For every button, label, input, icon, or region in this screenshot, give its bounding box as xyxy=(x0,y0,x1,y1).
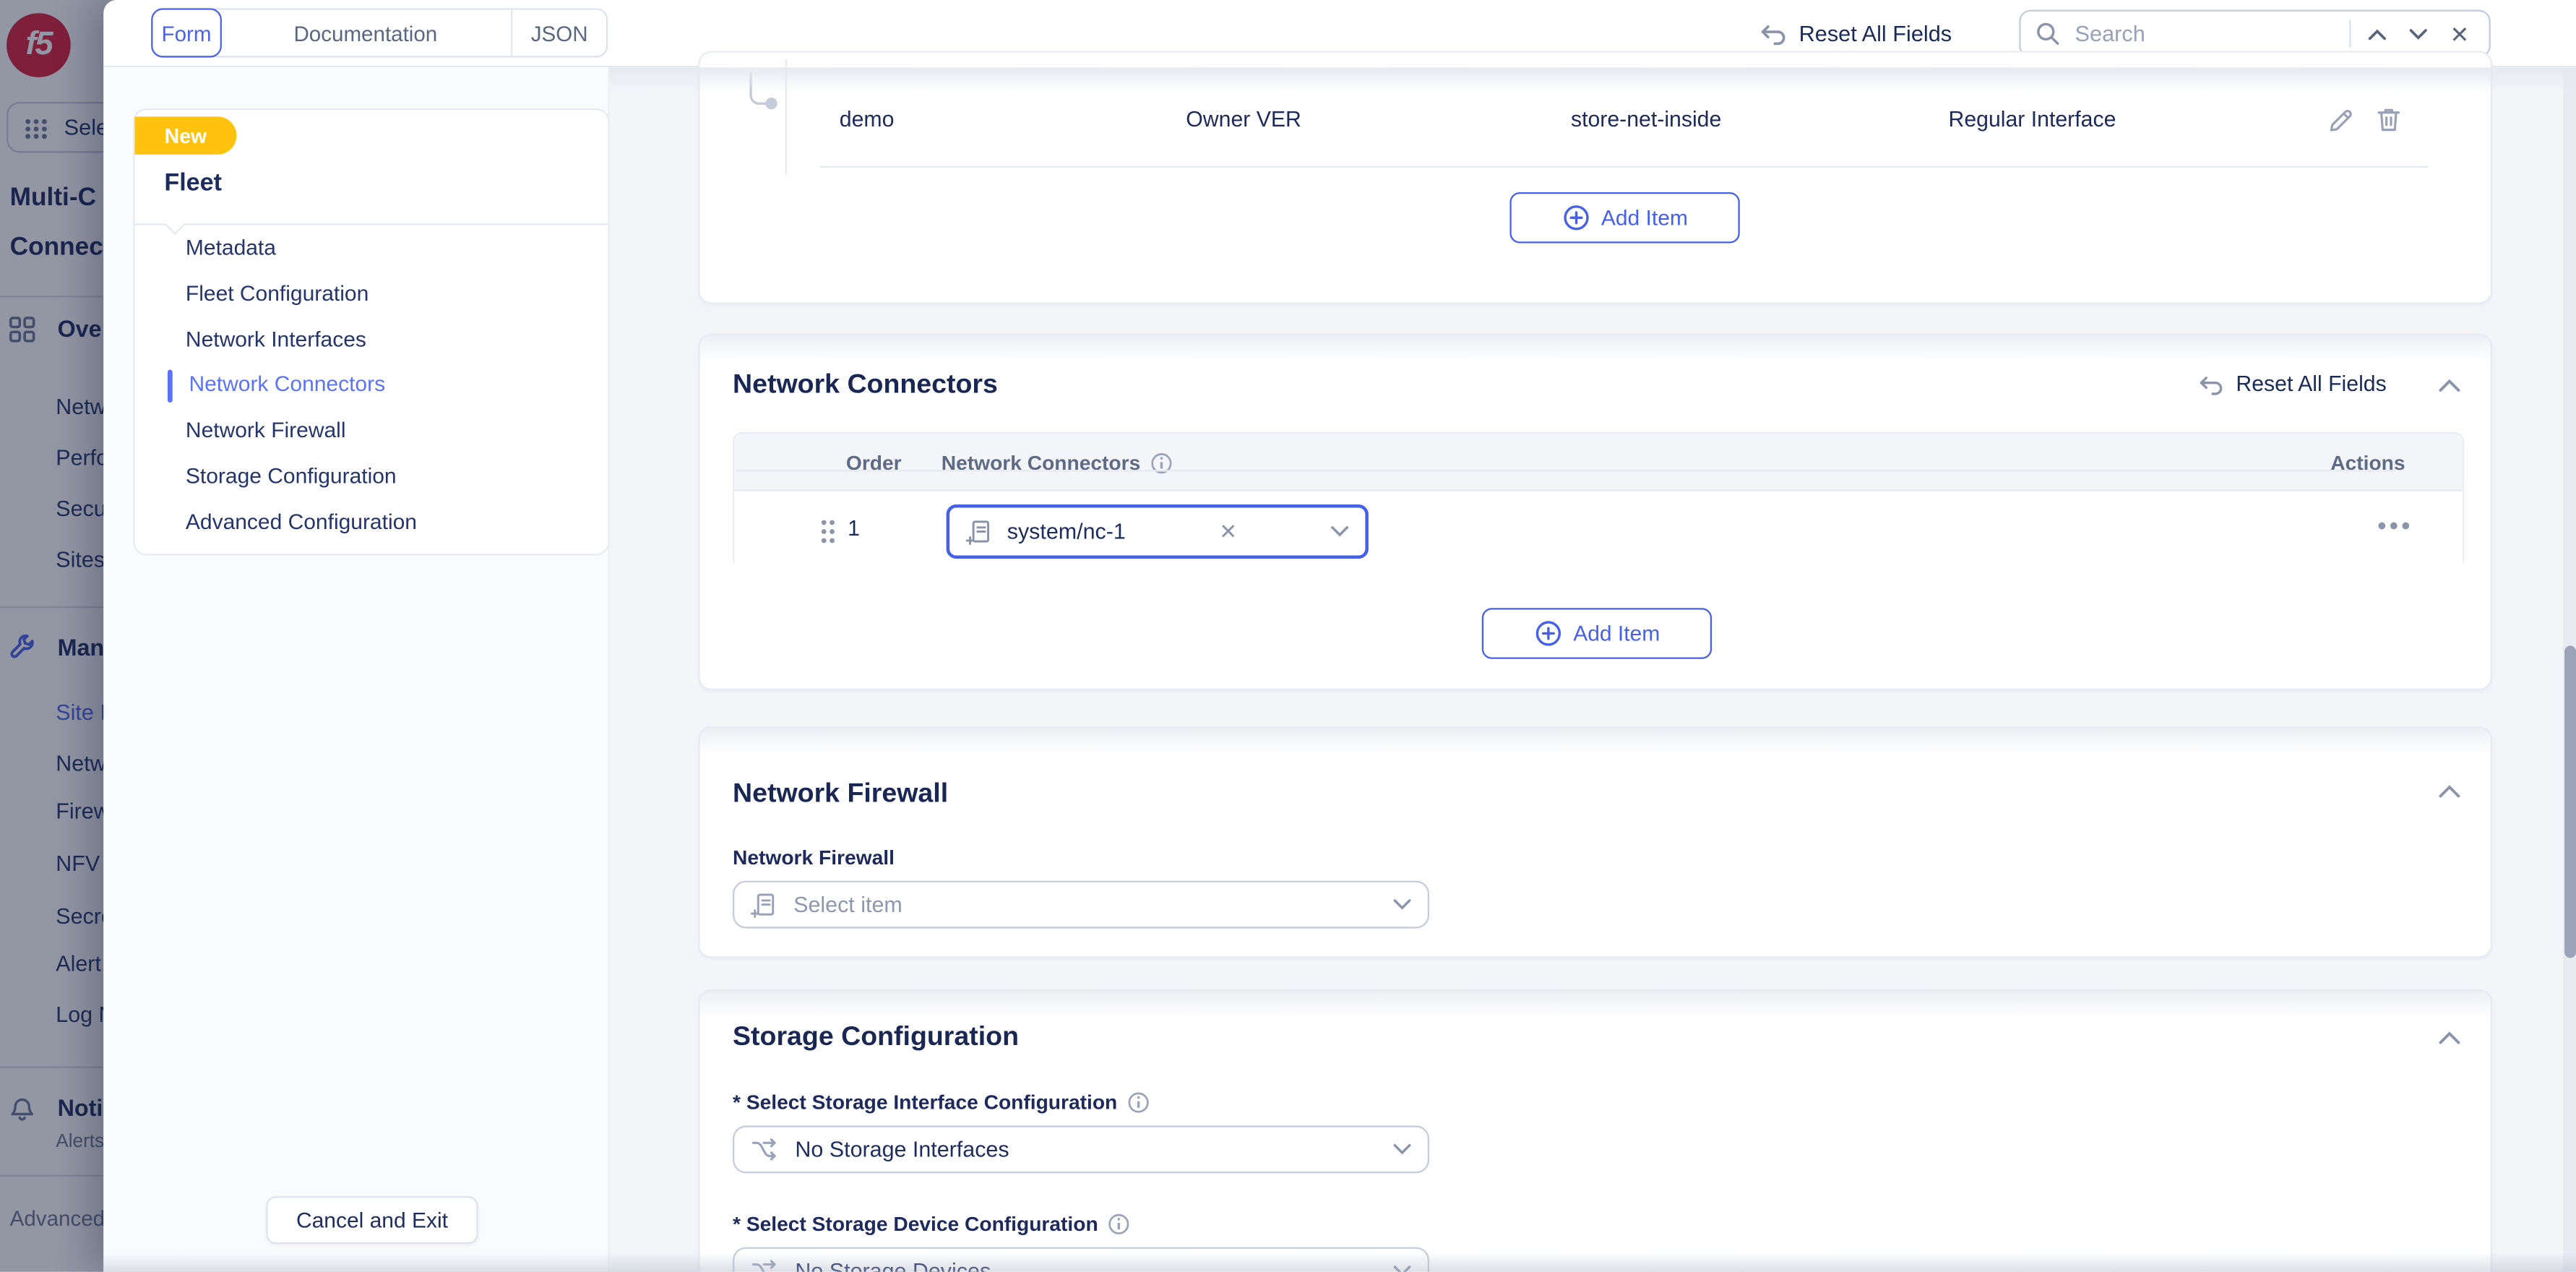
actions-column-header: Actions xyxy=(2330,451,2405,474)
app-stage: f5 Sele Multi-C Connec Ove Netw Perfo Se… xyxy=(0,0,2576,1272)
section-title: Storage Configuration xyxy=(733,1022,1020,1052)
firewall-field-label: Network Firewall xyxy=(733,846,895,869)
scrollbar-thumb[interactable] xyxy=(2563,645,2575,958)
chevron-down-icon xyxy=(1393,1143,1411,1155)
object-name: Fleet xyxy=(164,169,222,197)
interface-network-cell: store-net-inside xyxy=(1570,106,1722,132)
add-item-label: Add Item xyxy=(1573,621,1660,646)
add-connector-button[interactable]: Add Item xyxy=(1481,608,1713,659)
row-actions-menu[interactable]: ••• xyxy=(2377,512,2413,541)
nav-item-network-interfaces[interactable]: Network Interfaces xyxy=(186,327,366,351)
add-item-label: Add Item xyxy=(1601,205,1688,231)
form-nav-column: New Fleet Metadata Fleet Configuration N… xyxy=(103,67,610,1272)
search-prev-button[interactable] xyxy=(2363,27,2392,40)
plus-circle-icon xyxy=(1535,621,1561,646)
collapse-chevron-icon[interactable] xyxy=(2438,784,2461,799)
add-interface-button[interactable]: Add Item xyxy=(1509,192,1740,244)
form-section-nav: New Fleet Metadata Fleet Configuration N… xyxy=(133,108,610,556)
connector-row: 1 system/nc-1 ✕ ••• xyxy=(734,491,2463,569)
search-close-button[interactable]: ✕ xyxy=(2445,22,2474,46)
plus-circle-icon xyxy=(1563,205,1588,231)
section-title: Network Firewall xyxy=(733,778,949,809)
collapse-chevron-icon[interactable] xyxy=(2438,1031,2461,1045)
select-item-icon xyxy=(751,891,777,918)
tab-json[interactable]: JSON xyxy=(512,10,606,56)
chevron-down-icon xyxy=(1393,1265,1411,1272)
interface-type-cell: Regular Interface xyxy=(1948,106,2116,132)
branch-option-icon xyxy=(751,1137,779,1161)
connectors-table: Order Network Connectors Actions 1 syste… xyxy=(733,431,2465,569)
network-connectors-card: Network Connectors Reset All Fields Orde… xyxy=(698,333,2493,690)
reset-all-fields-label: Reset All Fields xyxy=(1799,21,1952,46)
storage-device-value: No Storage Devices xyxy=(795,1258,991,1272)
interface-owner-cell: Owner VER xyxy=(1186,106,1301,132)
nav-item-storage-configuration[interactable]: Storage Configuration xyxy=(186,463,397,488)
storage-interface-select[interactable]: No Storage Interfaces xyxy=(733,1125,1430,1174)
info-icon[interactable] xyxy=(1127,1091,1150,1114)
order-column-header: Order xyxy=(845,451,902,474)
storage-interface-label-text: * Select Storage Interface Configuration xyxy=(733,1091,1118,1114)
delete-trash-icon[interactable] xyxy=(2374,106,2403,135)
nav-item-fleet-configuration[interactable]: Fleet Configuration xyxy=(186,281,369,306)
connector-select-value: system/nc-1 xyxy=(1007,519,1126,544)
table-header: Order Network Connectors Actions xyxy=(734,434,2463,491)
connectors-column-header: Network Connectors xyxy=(942,434,1173,491)
select-item-icon xyxy=(965,518,992,544)
fleet-form-panel: Form Documentation JSON Reset All Fields xyxy=(103,0,2576,1272)
nav-item-metadata[interactable]: Metadata xyxy=(186,235,276,259)
nav-item-advanced-configuration[interactable]: Advanced Configuration xyxy=(186,510,417,534)
collapse-chevron-icon[interactable] xyxy=(2438,378,2461,392)
scrollbar-track[interactable] xyxy=(2562,67,2576,1272)
chevron-down-icon xyxy=(1393,899,1411,911)
edit-pencil-icon[interactable] xyxy=(2326,106,2356,135)
cancel-and-exit-button[interactable]: Cancel and Exit xyxy=(266,1196,478,1245)
section-title: Network Connectors xyxy=(733,369,998,400)
interface-name-cell: demo xyxy=(839,106,895,132)
active-item-bar xyxy=(167,369,173,403)
search-divider xyxy=(2349,20,2352,48)
section-reset-button[interactable]: Reset All Fields xyxy=(2198,371,2387,396)
search-input[interactable] xyxy=(2072,20,2338,48)
info-icon[interactable] xyxy=(1108,1213,1131,1236)
search-next-button[interactable] xyxy=(2404,27,2434,40)
tab-documentation[interactable]: Documentation xyxy=(220,9,513,56)
network-firewall-card: Network Firewall Network Firewall Select… xyxy=(698,726,2493,958)
branch-option-icon xyxy=(751,1259,779,1272)
view-tabs: Form Documentation JSON xyxy=(151,8,608,58)
storage-device-label-text: * Select Storage Device Configuration xyxy=(733,1212,1098,1236)
search-icon xyxy=(2036,22,2060,46)
storage-device-label: * Select Storage Device Configuration xyxy=(733,1213,1131,1236)
tab-form[interactable]: Form xyxy=(151,8,222,58)
clear-icon[interactable]: ✕ xyxy=(1212,518,1244,544)
firewall-select-placeholder: Select item xyxy=(793,892,903,917)
connector-select[interactable]: system/nc-1 ✕ xyxy=(946,504,1369,559)
row-divider xyxy=(819,166,2429,168)
form-content: demo Owner VER store-net-inside Regular … xyxy=(609,51,2576,1272)
storage-configuration-card: Storage Configuration * Select Storage I… xyxy=(698,989,2493,1272)
chevron-down-icon[interactable] xyxy=(1331,526,1349,538)
undo-icon xyxy=(2198,372,2224,395)
nav-item-network-firewall[interactable]: Network Firewall xyxy=(186,417,346,442)
firewall-select[interactable]: Select item xyxy=(733,880,1430,929)
scroll-shade xyxy=(609,67,2576,93)
undo-icon xyxy=(1759,22,1788,46)
storage-interface-label: * Select Storage Interface Configuration xyxy=(733,1091,1150,1114)
table-bottom-divider xyxy=(736,470,2395,472)
storage-device-select[interactable]: No Storage Devices xyxy=(733,1247,1430,1272)
new-badge: New xyxy=(134,116,237,155)
section-reset-label: Reset All Fields xyxy=(2236,371,2387,396)
nav-divider xyxy=(134,223,608,225)
nav-divider-notch xyxy=(164,213,186,235)
storage-interface-value: No Storage Interfaces xyxy=(795,1137,1009,1162)
drag-handle-icon[interactable] xyxy=(818,517,837,546)
order-cell: 1 xyxy=(848,515,861,541)
nav-item-network-connectors[interactable]: Network Connectors xyxy=(189,371,385,396)
